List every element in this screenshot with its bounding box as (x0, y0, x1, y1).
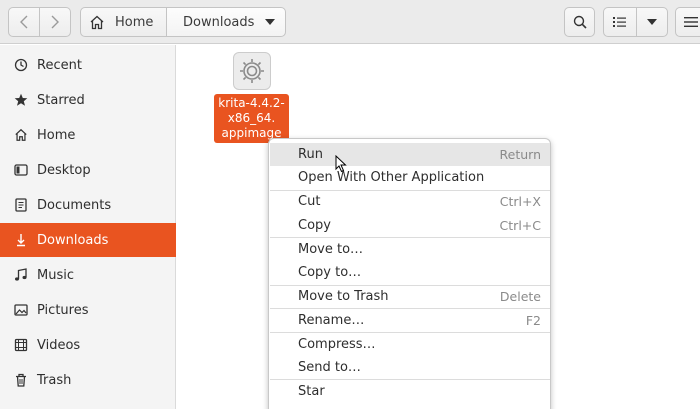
path-downloads-label: Downloads (183, 14, 255, 30)
hamburger-icon (684, 17, 698, 27)
sidebar: Recent Starred Home Desktop Documents Do… (0, 45, 176, 409)
menu-item-move-to[interactable]: Move to… (270, 238, 550, 261)
menu-item-accel: F2 (525, 313, 541, 328)
star-icon (14, 93, 28, 107)
menu-item-run[interactable]: Run Return (270, 143, 550, 166)
menu-item-copy-to[interactable]: Copy to… (270, 261, 550, 284)
menu-item-label: Copy (298, 218, 331, 233)
sidebar-item-music[interactable]: Music (0, 258, 176, 292)
search-icon (573, 15, 587, 29)
sidebar-item-label: Music (37, 267, 74, 283)
menu-item-label: Send to… (298, 360, 361, 375)
download-icon (14, 233, 28, 247)
sidebar-item-home[interactable]: Home (0, 118, 176, 152)
desktop-icon (14, 163, 28, 177)
executable-gear-icon[interactable] (233, 52, 271, 90)
menu-item-cut[interactable]: Cut Ctrl+X (270, 190, 550, 213)
path-downloads-button[interactable]: Downloads (166, 7, 286, 37)
sidebar-item-pictures[interactable]: Pictures (0, 293, 176, 327)
mouse-pointer-icon (335, 155, 347, 173)
music-icon (14, 268, 28, 282)
trash-icon (14, 373, 28, 387)
view-toggle-button[interactable] (603, 7, 637, 37)
sidebar-item-trash[interactable]: Trash (0, 363, 176, 397)
view-options-button[interactable] (636, 7, 668, 37)
file-name-line: x86_64. (227, 111, 276, 125)
sidebar-item-videos[interactable]: Videos (0, 328, 176, 362)
file-name-label[interactable]: krita-4.4.2- x86_64. appimage (214, 94, 289, 143)
sidebar-item-label: Recent (37, 57, 82, 73)
home-icon (14, 128, 28, 142)
list-view-icon (613, 17, 626, 27)
menu-item-compress[interactable]: Compress… (270, 333, 550, 356)
sidebar-item-label: Trash (37, 372, 72, 388)
sidebar-item-label: Downloads (37, 232, 109, 248)
search-button[interactable] (564, 7, 595, 37)
document-icon (14, 198, 28, 212)
header-bar: Home Downloads (0, 0, 700, 44)
menu-item-move-to-trash[interactable]: Move to Trash Delete (270, 285, 550, 308)
menu-item-send-to[interactable]: Send to… (270, 356, 550, 379)
menu-item-label: Open With Other Application (298, 170, 485, 185)
sidebar-item-recent[interactable]: Recent (0, 48, 176, 82)
menu-item-accel: Ctrl+X (499, 194, 541, 209)
path-home-label: Home (115, 14, 154, 30)
menu-item-label: Move to Trash (298, 289, 389, 304)
sidebar-item-label: Videos (37, 337, 81, 353)
file-name-line: krita-4.4.2- (218, 96, 285, 110)
video-icon (14, 338, 28, 352)
picture-icon (14, 303, 28, 317)
menu-item-star[interactable]: Star (270, 380, 550, 403)
chevron-down-icon (265, 19, 275, 25)
path-home-button[interactable]: Home (80, 7, 167, 37)
menu-item-label: Rename… (298, 313, 365, 328)
sidebar-item-label: Home (37, 127, 76, 143)
menu-item-accel: Delete (499, 289, 541, 304)
sidebar-item-label: Documents (37, 197, 112, 213)
context-menu: Run Return Open With Other Application C… (268, 138, 551, 409)
clock-icon (14, 58, 28, 72)
menu-item-label: Compress… (298, 337, 376, 352)
menu-item-accel: Ctrl+C (499, 218, 541, 233)
menu-item-copy[interactable]: Copy Ctrl+C (270, 214, 550, 237)
sidebar-item-starred[interactable]: Starred (0, 83, 176, 117)
chevron-left-icon (20, 15, 28, 29)
main-menu-button[interactable] (675, 7, 700, 37)
forward-button[interactable] (39, 7, 71, 37)
menu-item-accel: Return (499, 147, 541, 162)
sidebar-item-label: Starred (37, 92, 85, 108)
menu-item-label: Cut (298, 194, 321, 209)
sidebar-item-downloads[interactable]: Downloads (0, 223, 176, 257)
chevron-right-icon (51, 15, 59, 29)
home-icon (90, 15, 104, 29)
menu-item-label: Move to… (298, 242, 364, 257)
menu-item-open-with[interactable]: Open With Other Application (270, 166, 550, 189)
sidebar-item-label: Desktop (37, 162, 91, 178)
menu-item-label: Run (298, 147, 323, 162)
menu-item-label: Copy to… (298, 265, 362, 280)
back-button[interactable] (8, 7, 40, 37)
sidebar-item-label: Pictures (37, 302, 89, 318)
menu-item-rename[interactable]: Rename… F2 (270, 309, 550, 332)
sidebar-item-documents[interactable]: Documents (0, 188, 176, 222)
chevron-down-icon (647, 19, 657, 25)
sidebar-item-desktop[interactable]: Desktop (0, 153, 176, 187)
menu-item-label: Star (298, 384, 325, 399)
